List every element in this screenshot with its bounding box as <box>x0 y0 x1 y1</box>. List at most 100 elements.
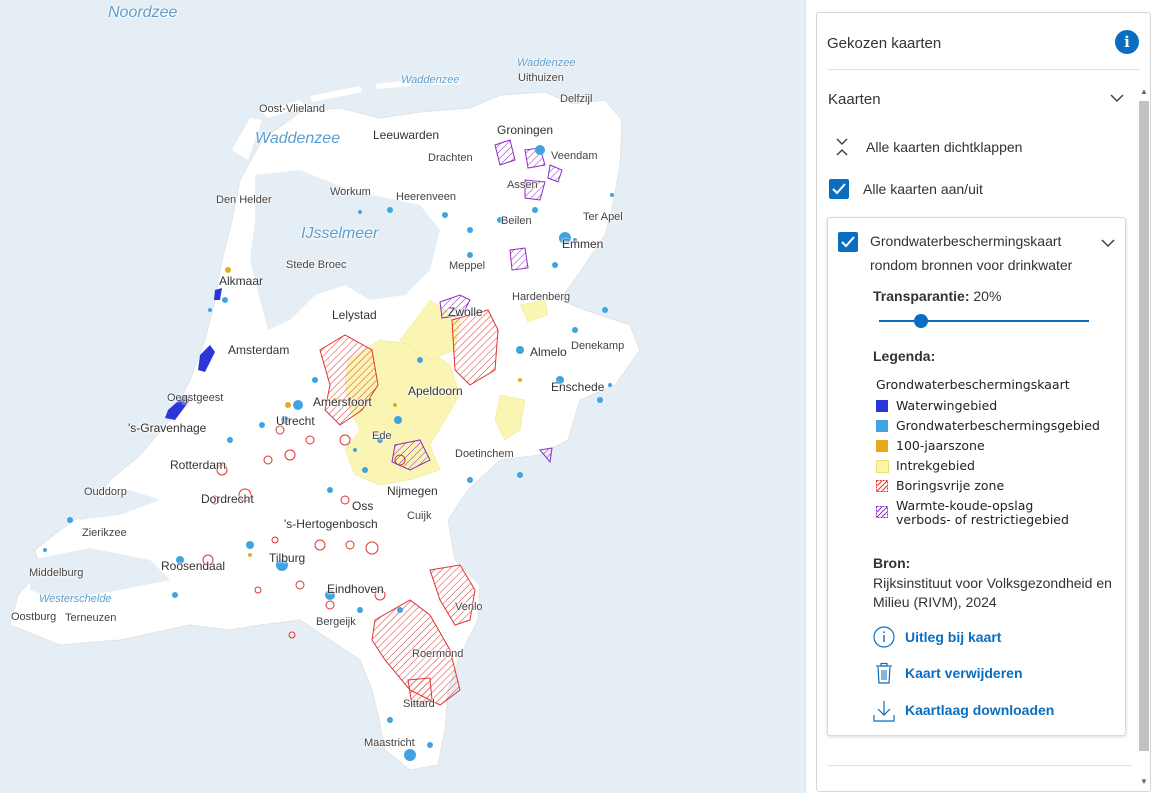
place-label: Almelo <box>530 345 567 359</box>
place-label: Oostburg <box>11 611 57 623</box>
place-label: Venlo <box>455 601 483 613</box>
layer-title: Grondwaterbeschermingskaart rondom bronn… <box>870 233 1073 273</box>
download-icon <box>873 701 895 722</box>
place-label: Doetinchem <box>455 448 514 460</box>
place-label: Meppel <box>449 260 486 272</box>
place-label: Leeuwarden <box>373 128 440 142</box>
place-label: Terneuzen <box>65 612 117 624</box>
place-label: Maastricht <box>364 737 415 749</box>
delete-map-button[interactable]: Kaart verwijderen <box>873 662 1093 686</box>
scrollbar[interactable]: ▲ ▼ <box>1137 87 1150 791</box>
transparency-value: 20% <box>973 288 1002 304</box>
place-label: Uithuizen <box>518 72 564 84</box>
source-text: Rijksinstituut voor Volksgezondheid en M… <box>873 575 1112 610</box>
place-label: Amsterdam <box>228 343 290 357</box>
trash-icon <box>876 662 892 684</box>
legend-label: Intrekgebied <box>896 458 975 473</box>
panel-title: Gekozen kaarten <box>827 35 942 52</box>
water-label-waddenzee-north: Waddenzee <box>401 74 460 86</box>
legend-swatch-grondwaterbeschermingsgebied <box>876 420 888 432</box>
side-panel: Gekozen kaarten i Kaarten Alle kaarten d… <box>805 0 1157 793</box>
place-label: Beilen <box>501 215 532 227</box>
legend-label: Warmte-koude-opslag verbods- of restrict… <box>896 498 1069 527</box>
legend-label: 100-jaarszone <box>896 438 985 453</box>
water-label-ijsselmeer: IJsselmeer <box>301 225 379 242</box>
divider <box>827 765 1132 766</box>
place-label: Workum <box>330 186 371 198</box>
info-circle-icon <box>873 626 895 648</box>
place-label: Sittard <box>403 698 435 710</box>
place-label: Hardenberg <box>512 291 571 303</box>
place-label: Middelburg <box>29 567 84 579</box>
scroll-down-arrow-icon[interactable]: ▼ <box>1139 777 1149 787</box>
place-label: Roermond <box>412 648 464 660</box>
place-label: Enschede <box>551 380 605 394</box>
place-label: Apeldoorn <box>408 384 463 398</box>
place-label: Tilburg <box>269 551 306 565</box>
chevron-down-icon[interactable] <box>1110 91 1124 105</box>
water-label-waddenzee-ne: Waddenzee <box>517 57 576 69</box>
transparency-caption: Transparantie: <box>873 288 970 304</box>
legend-swatch-waterwingebied <box>876 400 888 412</box>
place-label: Assen <box>507 179 538 191</box>
map-view[interactable]: Noordzee Waddenzee Waddenzee Waddenzee I… <box>0 0 805 793</box>
download-layer-button[interactable]: Kaartlaag downloaden <box>873 699 1093 723</box>
legend-swatch-wko <box>876 506 888 518</box>
toggle-all-row[interactable]: Alle kaarten aan/uit <box>829 179 1089 201</box>
toggle-all-label: Alle kaarten aan/uit <box>863 181 983 197</box>
scrollbar-thumb[interactable] <box>1139 101 1149 751</box>
legend-label: Waterwingebied <box>896 398 998 413</box>
collapse-icon <box>836 138 848 156</box>
place-label: Ede <box>372 430 392 442</box>
legend-swatch-intrekgebied <box>876 460 889 473</box>
place-label: Lelystad <box>332 308 377 322</box>
checkmark-icon <box>841 236 855 248</box>
water-label-waddenzee: Waddenzee <box>255 130 341 147</box>
place-label: Heerenveen <box>396 191 456 203</box>
layer-checkbox[interactable] <box>838 232 858 252</box>
source-title: Bron: <box>873 555 911 571</box>
place-label: Veendam <box>551 150 598 162</box>
water-label-westerschelde: Westerschelde <box>39 593 112 605</box>
water-label-noordzee: Noordzee <box>108 4 178 21</box>
legend-swatch-boringsvrije-zone <box>876 480 888 492</box>
info-map-button[interactable]: Uitleg bij kaart <box>873 626 1093 650</box>
place-label: Ter Apel <box>583 211 623 223</box>
place-label: Oss <box>352 499 374 513</box>
scroll-up-arrow-icon[interactable]: ▲ <box>1139 87 1149 97</box>
panel-header: Gekozen kaarten i <box>827 30 1140 70</box>
info-icon[interactable]: i <box>1115 30 1139 54</box>
chevron-down-icon[interactable] <box>1101 236 1115 250</box>
delete-map-label: Kaart verwijderen <box>905 665 1023 681</box>
place-label: Stede Broec <box>286 259 347 271</box>
place-label: Alkmaar <box>219 274 264 288</box>
section-title-kaarten[interactable]: Kaarten <box>828 91 881 108</box>
checkmark-icon <box>832 183 846 195</box>
place-label: 's-Hertogenbosch <box>284 517 378 531</box>
place-label: Eindhoven <box>327 582 384 596</box>
collapse-all-button[interactable]: Alle kaarten dichtklappen <box>831 137 1091 159</box>
place-label: Emmen <box>562 237 604 251</box>
legend-label: Boringsvrije zone <box>896 478 1005 493</box>
place-label: Rotterdam <box>170 458 227 472</box>
transparency-slider-thumb[interactable] <box>914 314 928 328</box>
place-label: Amersfoort <box>313 395 372 409</box>
place-label: 's-Gravenhage <box>128 421 207 435</box>
place-label: Ouddorp <box>84 486 127 498</box>
place-label: Bergeijk <box>316 616 356 628</box>
toggle-all-checkbox[interactable] <box>829 179 849 199</box>
place-label: Drachten <box>428 152 473 164</box>
place-label: Groningen <box>497 123 554 137</box>
legend-label: Grondwaterbeschermingsgebied <box>896 418 1100 433</box>
transparency-label: Transparantie: 20% <box>873 288 1001 304</box>
place-label: Delfzijl <box>560 93 593 105</box>
place-label: Zierikzee <box>82 527 127 539</box>
place-label: Dordrecht <box>201 492 254 506</box>
place-label: Oost-Vlieland <box>259 103 326 115</box>
legend-title: Legenda: <box>873 348 936 364</box>
place-label: Cuijk <box>407 510 432 522</box>
map-canvas <box>0 0 805 793</box>
collapse-all-label: Alle kaarten dichtklappen <box>866 139 1023 155</box>
place-label: Nijmegen <box>387 484 438 498</box>
transparency-slider-track[interactable] <box>879 320 1089 322</box>
